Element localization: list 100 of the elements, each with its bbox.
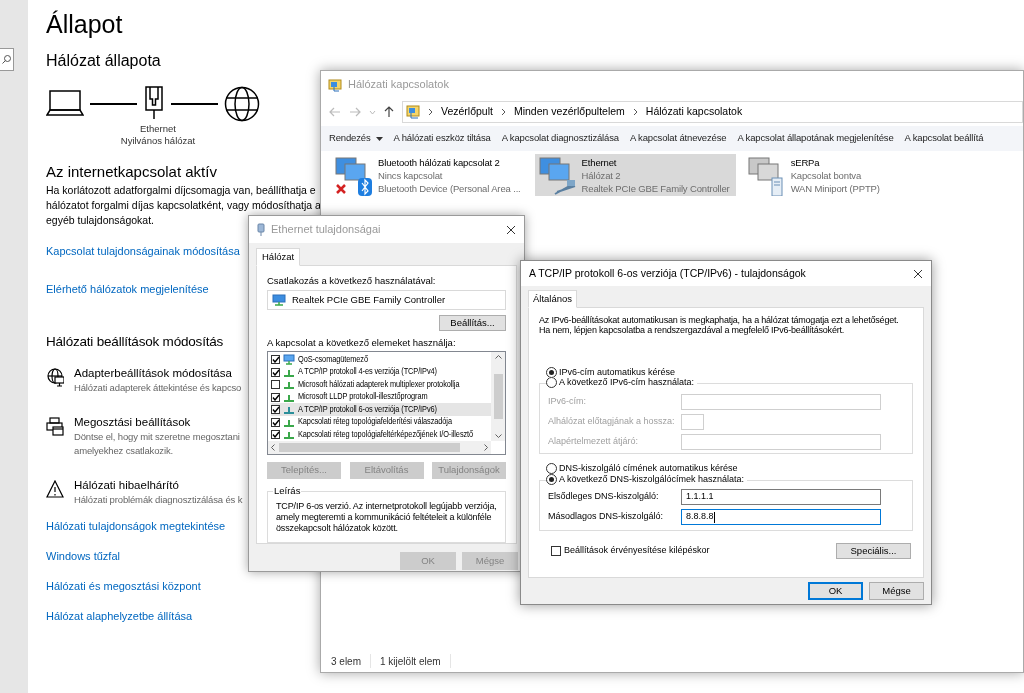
breadcrumb-item[interactable]: Hálózati kapcsolatok (645, 104, 743, 120)
radio-button[interactable] (546, 474, 557, 485)
checkbox[interactable] (271, 405, 280, 415)
option-title[interactable]: Hálózati hibaelhárító (74, 478, 243, 493)
list-item[interactable]: Kapcsolati réteg topológiafeltérképezőjének I/O-illesztő (271, 428, 491, 441)
list-item[interactable]: A TCP/IP protokoll 6-os verziója (TCP/IPv6) (271, 403, 491, 416)
tab[interactable]: Általános (528, 290, 578, 308)
sharing-icon (46, 417, 64, 436)
connection-status: Nincs kapcsolat (378, 169, 444, 182)
command-button[interactable]: A kapcsolat állapotának megjelenítése (737, 131, 894, 146)
configure-button[interactable]: Beállítás... (439, 315, 506, 332)
link[interactable]: Hálózat alaphelyzetbe állítása (46, 609, 193, 623)
field-label: Alapértelmezett átjáró: (548, 435, 640, 449)
checkbox[interactable] (271, 367, 280, 377)
checkbox[interactable] (271, 380, 280, 390)
dialog-title: Ethernet tulajdonságai (271, 222, 382, 238)
list-item[interactable]: Microsoft hálózati adapterek multiplexer protokollja (271, 378, 491, 391)
connection-item[interactable]: Ethernet Hálózat 2 Realtek PCIe GBE Family Controller (534, 154, 736, 196)
radio-option[interactable]: A következő IPv6-cím használata: (546, 377, 698, 388)
command-button[interactable]: A kapcsolat diagnosztizálása (501, 131, 619, 146)
caret-down-icon (375, 136, 383, 141)
input-field[interactable]: 8.8.8.8 (681, 509, 881, 525)
troubleshoot-icon (46, 480, 64, 499)
field-label: Alhálózat előtagjának a hossza: (548, 415, 676, 429)
network-adapter-icon (272, 294, 286, 307)
bluetooth-network-icon (333, 154, 373, 196)
laptop-icon (46, 90, 84, 116)
close-icon[interactable] (913, 268, 923, 279)
link[interactable]: Hálózati tulajdonságok megtekintése (46, 519, 226, 533)
menu-button[interactable]: Rendezés (329, 131, 383, 146)
up-arrow-icon[interactable] (384, 106, 394, 118)
network-cable-icon (257, 222, 265, 237)
section-heading: Hálózati beállítások módosítás (46, 333, 224, 351)
connection-name: Ethernet (581, 156, 618, 169)
input-field[interactable] (681, 434, 881, 450)
command-button[interactable]: A kapcsolat átnevezése (629, 131, 727, 146)
protocol-icon (283, 429, 295, 441)
input-field[interactable]: 1.1.1.1 (681, 489, 881, 505)
radio-option[interactable]: DNS-kiszolgáló címének automatikus kérése (546, 463, 738, 474)
radio-option[interactable]: A következő DNS-kiszolgálócímek használata: (546, 474, 748, 485)
list-item[interactable]: Kapcsolati réteg topológiafelderítési válaszadója (271, 416, 491, 429)
page-title: Állapot (46, 9, 124, 39)
radio-button[interactable] (546, 377, 557, 388)
connection-status: Kapcsolat bontva (790, 169, 863, 182)
close-icon[interactable] (506, 224, 516, 235)
advanced-button[interactable]: Speciális... (836, 543, 911, 559)
connection-item[interactable]: sERPa Kapcsolat bontva WAN Miniport (PPTP) (743, 154, 930, 196)
link[interactable]: Windows tűzfal (46, 549, 120, 563)
list-item[interactable]: Microsoft LLDP protokoll-illesztőprogram (271, 391, 491, 404)
scroll-up-icon (494, 355, 502, 360)
address-bar[interactable]: Vezérlőpult Minden vezérlőpultelem Hálózati kapcsolatok (402, 101, 1023, 123)
dialog-button[interactable]: OK (808, 582, 863, 600)
monitor-icon (283, 354, 295, 366)
adapter-field: Realtek PCIe GBE Family Controller (267, 290, 506, 311)
option-description: Döntse el, hogy mit szeretne megosztani amelyekhez csatlakozik. (74, 430, 240, 458)
dialog-button[interactable]: Mégse (869, 582, 924, 600)
tab[interactable]: Hálózat (256, 248, 301, 266)
link[interactable]: Hálózati és megosztási központ (46, 579, 201, 593)
network-folder-icon (328, 77, 342, 92)
horizontal-scrollbar[interactable] (268, 441, 491, 454)
list-item[interactable]: QoS-csomagütemező (271, 353, 491, 366)
connection-item[interactable]: Bluetooth hálózati kapcsolat 2 Nincs kapcsolat Bluetooth Device (Personal Area ... (331, 154, 527, 196)
input-field[interactable] (681, 414, 704, 430)
checkbox[interactable] (271, 392, 280, 402)
control-panel-icon (406, 105, 420, 119)
protocol-icon (283, 404, 295, 416)
device-name: Bluetooth Device (Personal Area ... (378, 182, 521, 195)
search-field[interactable] (0, 48, 14, 71)
checkbox[interactable] (271, 355, 280, 365)
scroll-left-icon (271, 444, 275, 451)
radio-button[interactable] (546, 463, 557, 474)
window-title: Hálózati kapcsolatok (348, 77, 449, 93)
checkbox[interactable] (551, 546, 561, 556)
checkbox[interactable] (271, 430, 280, 440)
input-field[interactable] (681, 394, 881, 410)
adapter-icon (46, 368, 64, 387)
breadcrumb-item[interactable]: Minden vezérlőpultelem (513, 104, 625, 120)
device-name: WAN Miniport (PPTP) (790, 182, 880, 195)
option-title[interactable]: Megosztási beállítások (74, 415, 240, 430)
option-title[interactable]: Adapterbeállítások módosítása (74, 366, 242, 381)
link[interactable]: Elérhető hálózatok megjelenítése (46, 282, 209, 296)
network-type-label: Nyilvános hálózat (120, 135, 196, 147)
section-heading: Hálózat állapota (46, 51, 162, 71)
vertical-scrollbar[interactable] (491, 352, 505, 441)
option-description: Hálózati problémák diagnosztizálása és k (74, 493, 243, 507)
field-label: A kapcsolat a következő elemeket használja: (267, 337, 457, 350)
checkbox-option[interactable]: Beállítások érvényesítése kilépéskor (551, 544, 710, 558)
chevron-right-icon (428, 108, 433, 116)
group-title: Leírás (273, 485, 302, 497)
description-text: TCP/IP 6-os verzió. Az internetprotokoll legújabb verziója, amely megteremti a kommunikáció feltételeit a különféle összekapcsolt hálózatok között. (276, 501, 497, 534)
checkbox[interactable] (271, 417, 280, 427)
link[interactable]: Kapcsolat tulajdonságainak módosítása (46, 244, 240, 258)
protocol-icon (283, 379, 295, 391)
network-adapter-icon (536, 154, 577, 196)
command-button[interactable]: A kapcsolat beállítá (904, 131, 984, 146)
scroll-down-icon (494, 434, 502, 438)
breadcrumb-item[interactable]: Vezérlőpult (441, 104, 493, 120)
list-item[interactable]: A TCP/IP protokoll 4-es verziója (TCP/IPv4) (271, 366, 491, 379)
command-button[interactable]: A hálózati eszköz tiltása (393, 131, 491, 146)
device-name: Realtek PCIe GBE Family Controller (581, 182, 730, 195)
